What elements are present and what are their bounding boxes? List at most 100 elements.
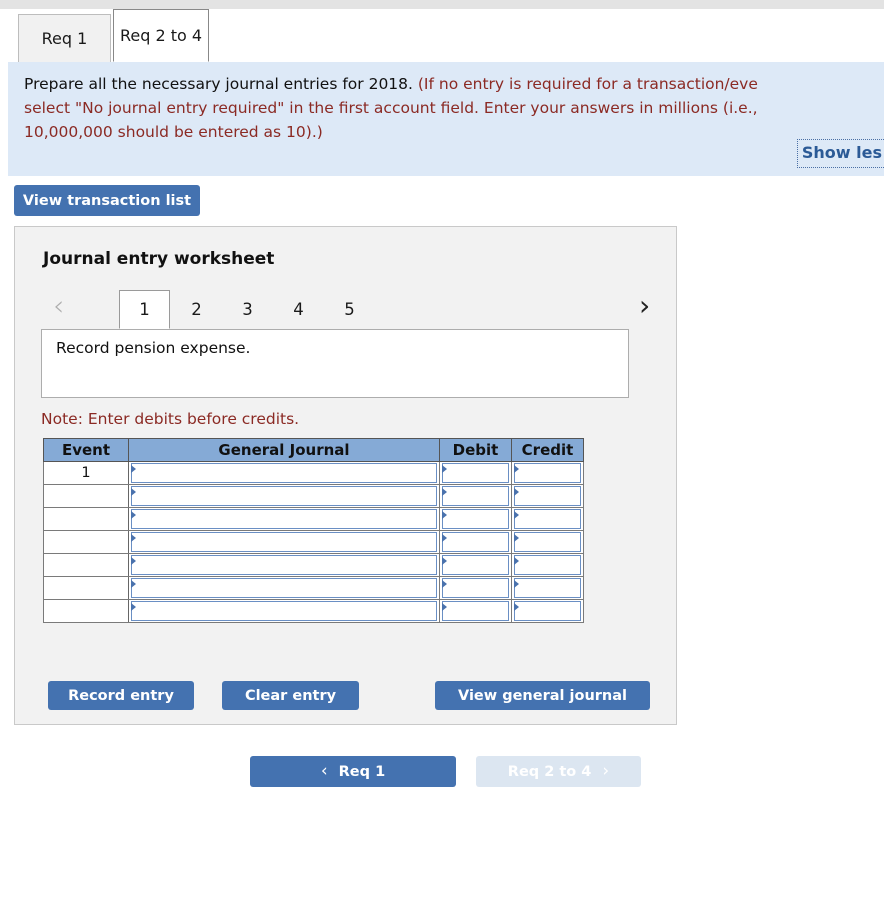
cell-general-journal[interactable] <box>128 576 440 600</box>
cell-credit[interactable] <box>511 599 584 623</box>
worksheet-page-2[interactable]: 2 <box>171 290 222 329</box>
general-journal-input[interactable] <box>131 486 437 506</box>
journal-entry-worksheet-panel: Journal entry worksheet ‹ 1 2 3 4 5 › Re… <box>14 226 677 725</box>
column-header-debit: Debit <box>439 438 512 462</box>
general-journal-input[interactable] <box>131 555 437 575</box>
table-row <box>43 507 584 531</box>
credit-input[interactable] <box>514 555 581 575</box>
table-row <box>43 576 584 600</box>
debit-input[interactable] <box>442 555 509 575</box>
cell-credit[interactable] <box>511 576 584 600</box>
tab-req-1-label: Req 1 <box>41 29 88 48</box>
cell-general-journal[interactable] <box>128 507 440 531</box>
tab-req-1[interactable]: Req 1 <box>18 14 111 62</box>
cell-credit[interactable] <box>511 461 584 485</box>
dropdown-triangle-icon <box>442 603 447 611</box>
general-journal-input[interactable] <box>131 578 437 598</box>
worksheet-page-4[interactable]: 4 <box>273 290 324 329</box>
cell-debit[interactable] <box>439 507 512 531</box>
credit-input[interactable] <box>514 578 581 598</box>
nav-next-label: Req 2 to 4 <box>507 763 592 780</box>
debit-input[interactable] <box>442 578 509 598</box>
debit-input[interactable] <box>442 463 509 483</box>
record-entry-button[interactable]: Record entry <box>48 681 194 710</box>
clear-entry-button[interactable]: Clear entry <box>222 681 359 710</box>
credit-input[interactable] <box>514 532 581 552</box>
top-gray-strip <box>0 0 884 9</box>
worksheet-note: Note: Enter debits before credits. <box>41 410 300 428</box>
cell-general-journal[interactable] <box>128 484 440 508</box>
cell-credit[interactable] <box>511 530 584 554</box>
nav-prev-label: Req 1 <box>338 763 386 780</box>
view-transaction-list-button[interactable]: View transaction list <box>14 185 200 216</box>
dropdown-triangle-icon <box>442 557 447 565</box>
instruction-line-2: select "No journal entry required" in th… <box>24 99 758 117</box>
clear-entry-label: Clear entry <box>244 687 337 704</box>
dropdown-triangle-icon <box>131 603 136 611</box>
instruction-line-1-black: Prepare all the necessary journal entrie… <box>24 75 413 93</box>
chevron-left-icon: ‹ <box>320 761 328 781</box>
cell-general-journal[interactable] <box>128 553 440 577</box>
cell-event <box>43 484 129 508</box>
worksheet-page-5[interactable]: 5 <box>324 290 375 329</box>
record-entry-label: Record entry <box>68 687 174 704</box>
cell-event: 1 <box>43 461 129 485</box>
dropdown-triangle-icon <box>442 488 447 496</box>
column-header-general-journal: General Journal <box>128 438 440 462</box>
table-row <box>43 553 584 577</box>
cell-credit[interactable] <box>511 507 584 531</box>
debit-input[interactable] <box>442 509 509 529</box>
worksheet-page-1[interactable]: 1 <box>119 290 170 329</box>
table-row <box>43 530 584 554</box>
dropdown-triangle-icon <box>514 488 519 496</box>
worksheet-page-3[interactable]: 3 <box>222 290 273 329</box>
show-less-link[interactable]: Show les <box>796 139 884 168</box>
requirement-tab-strip: Req 1 Req 2 to 4 <box>0 9 884 62</box>
general-journal-input[interactable] <box>131 601 437 621</box>
debit-input[interactable] <box>442 532 509 552</box>
cell-debit[interactable] <box>439 599 512 623</box>
cell-debit[interactable] <box>439 530 512 554</box>
cell-debit[interactable] <box>439 461 512 485</box>
nav-prev-req-1-button[interactable]: ‹ Req 1 <box>250 756 456 787</box>
general-journal-input[interactable] <box>131 463 437 483</box>
dropdown-triangle-icon <box>442 465 447 473</box>
cell-debit[interactable] <box>439 576 512 600</box>
dropdown-triangle-icon <box>514 511 519 519</box>
dropdown-triangle-icon <box>131 580 136 588</box>
tab-req-2-to-4[interactable]: Req 2 to 4 <box>113 9 209 62</box>
chevron-left-icon[interactable]: ‹ <box>53 291 64 321</box>
column-header-credit: Credit <box>511 438 584 462</box>
cell-credit[interactable] <box>511 484 584 508</box>
dropdown-triangle-icon <box>514 465 519 473</box>
credit-input[interactable] <box>514 463 581 483</box>
table-row: 1 <box>43 461 584 485</box>
worksheet-description-text: Record pension expense. <box>56 339 251 357</box>
debit-input[interactable] <box>442 601 509 621</box>
cell-debit[interactable] <box>439 553 512 577</box>
view-general-journal-label: View general journal <box>457 687 628 704</box>
debit-input[interactable] <box>442 486 509 506</box>
table-header-row: Event General Journal Debit Credit <box>43 438 584 462</box>
cell-debit[interactable] <box>439 484 512 508</box>
dropdown-triangle-icon <box>514 557 519 565</box>
dropdown-triangle-icon <box>442 511 447 519</box>
worksheet-title: Journal entry worksheet <box>43 249 275 269</box>
dropdown-triangle-icon <box>514 603 519 611</box>
general-journal-input[interactable] <box>131 509 437 529</box>
credit-input[interactable] <box>514 486 581 506</box>
nav-next-req-2-to-4-button[interactable]: Req 2 to 4 › <box>476 756 641 787</box>
cell-general-journal[interactable] <box>128 599 440 623</box>
view-general-journal-button[interactable]: View general journal <box>435 681 650 710</box>
chevron-right-icon[interactable]: › <box>639 291 650 321</box>
instruction-panel: Prepare all the necessary journal entrie… <box>8 62 884 176</box>
general-journal-input[interactable] <box>131 532 437 552</box>
cell-general-journal[interactable] <box>128 530 440 554</box>
instruction-line-1-red: (If no entry is required for a transacti… <box>412 75 758 93</box>
tab-req-2-to-4-label: Req 2 to 4 <box>119 26 203 45</box>
cell-credit[interactable] <box>511 553 584 577</box>
credit-input[interactable] <box>514 601 581 621</box>
cell-general-journal[interactable] <box>128 461 440 485</box>
dropdown-triangle-icon <box>131 465 136 473</box>
credit-input[interactable] <box>514 509 581 529</box>
